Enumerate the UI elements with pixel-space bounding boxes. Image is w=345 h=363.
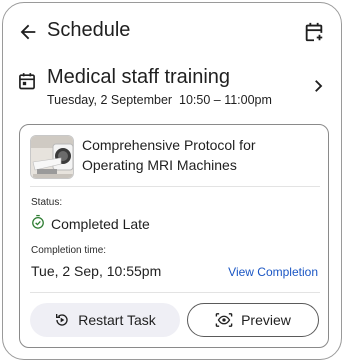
calendar-add-icon[interactable] xyxy=(303,21,325,43)
preview-button[interactable]: Preview xyxy=(187,303,319,337)
preview-eye-icon xyxy=(215,312,233,328)
divider xyxy=(30,186,320,187)
mri-machine-image xyxy=(30,135,74,179)
calendar-icon xyxy=(17,71,37,91)
status-row: Completed Late xyxy=(31,214,150,234)
divider xyxy=(30,292,320,293)
completion-time-value: Tue, 2 Sep, 10:55pm xyxy=(31,263,162,279)
status-value: Completed Late xyxy=(51,216,150,232)
restart-task-label: Restart Task xyxy=(78,312,156,328)
chevron-right-icon[interactable] xyxy=(309,77,327,95)
task-card: Comprehensive Protocol for Operating MRI… xyxy=(19,124,329,348)
timer-check-icon xyxy=(31,214,45,235)
top-app-bar: Schedule xyxy=(3,3,341,61)
event-time: 10:50 – 11:00pm xyxy=(179,93,272,107)
event-date: Tuesday, 2 September xyxy=(47,93,173,107)
arrow-back-icon[interactable] xyxy=(17,21,39,43)
event-title: Medical staff training xyxy=(47,66,231,88)
restart-task-button[interactable]: Restart Task xyxy=(30,303,180,337)
status-label: Status: xyxy=(31,197,63,208)
course-title: Comprehensive Protocol for Operating MRI… xyxy=(82,137,256,173)
app-frame: Schedule Medical staff training Tuesday,… xyxy=(2,2,342,360)
event-datetime: Tuesday, 2 September 10:50 – 11:00pm xyxy=(47,93,272,107)
view-completion-link[interactable]: View Completion xyxy=(228,265,318,279)
page-title: Schedule xyxy=(47,19,131,41)
preview-label: Preview xyxy=(241,312,291,328)
completion-time-label: Completion time: xyxy=(31,245,107,256)
restart-icon xyxy=(54,312,70,328)
